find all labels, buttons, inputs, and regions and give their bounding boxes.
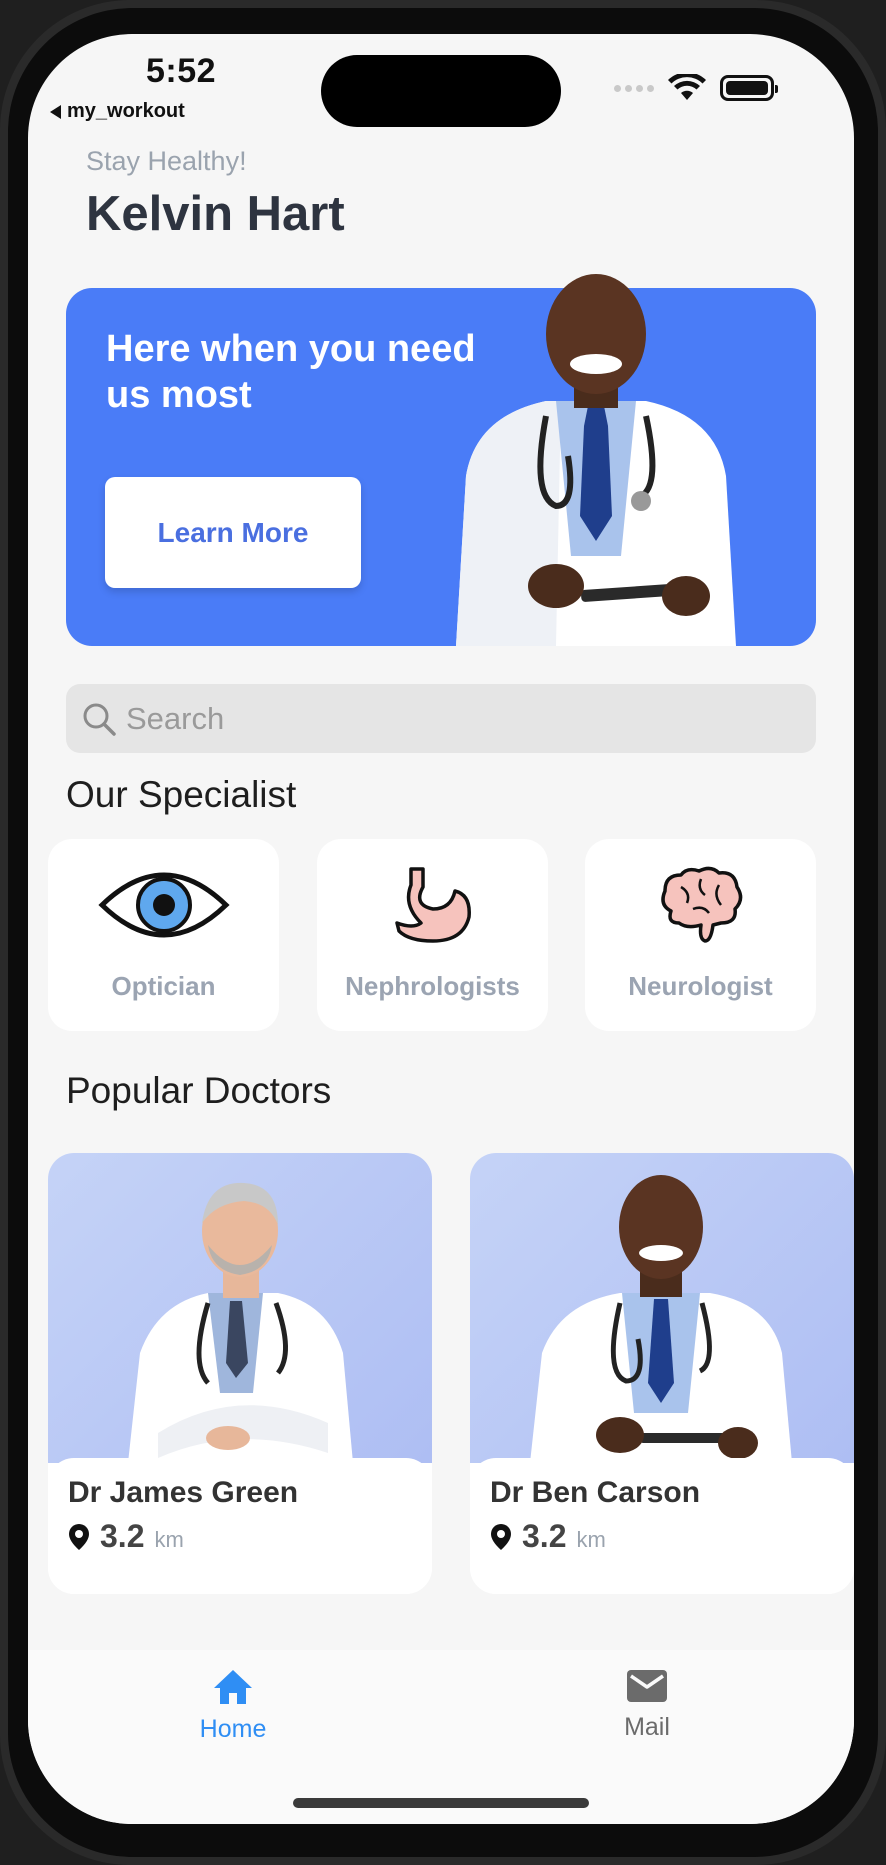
doctor-name: Dr Ben Carson — [490, 1476, 701, 1509]
doctors-section-title: Popular Doctors — [66, 1070, 332, 1111]
doctor-photo — [470, 1153, 854, 1463]
wifi-icon — [668, 74, 706, 100]
status-time: 5:52 — [146, 52, 217, 90]
back-to-app-link[interactable]: my_workout — [50, 100, 185, 123]
nav-label-mail: Mail — [624, 1713, 670, 1741]
promo-banner: Here when you need us most Learn More — [66, 274, 816, 646]
cellular-signal-icon — [614, 84, 654, 92]
doctor-info: Dr Ben Carson 3.2 km — [470, 1458, 854, 1594]
search-input[interactable] — [126, 700, 726, 737]
doctor-info: Dr James Green 3.2 km — [48, 1458, 432, 1594]
search-icon — [83, 703, 116, 736]
doctor-photo — [48, 1153, 432, 1463]
user-name: Kelvin Hart — [86, 187, 345, 241]
brain-icon — [660, 866, 742, 943]
doctor-distance: 3.2 km — [490, 1518, 606, 1555]
doctor-card[interactable]: Dr James Green 3.2 km — [48, 1153, 432, 1594]
doctor-card[interactable]: Dr Ben Carson 3.2 km — [470, 1153, 854, 1594]
mail-icon — [627, 1670, 667, 1702]
learn-more-button[interactable]: Learn More — [105, 477, 361, 588]
specialist-section-title: Our Specialist — [66, 774, 297, 815]
back-link-label: my_workout — [67, 100, 185, 122]
back-arrow-icon — [50, 104, 61, 119]
specialist-label: Nephrologists — [345, 971, 520, 1001]
nav-item-home[interactable]: Home — [153, 1668, 313, 1744]
doctor-name: Dr James Green — [68, 1476, 299, 1509]
specialist-card-neurologist[interactable]: Neurologist — [585, 839, 816, 1031]
dynamic-island — [321, 55, 561, 127]
status-indicators — [614, 74, 778, 102]
search-bar[interactable] — [66, 684, 816, 753]
specialist-label: Neurologist — [628, 971, 773, 1001]
distance-value: 3.2 — [522, 1518, 567, 1554]
specialist-card-optician[interactable]: Optician — [48, 839, 279, 1031]
app-screen: 5:52 my_workout Stay Healthy! Kelvin Har… — [28, 34, 854, 1824]
stomach-icon — [394, 867, 471, 943]
home-icon — [214, 1670, 252, 1704]
specialist-card-nephrologists[interactable]: Nephrologists — [317, 839, 548, 1031]
greeting-text: Stay Healthy! — [86, 146, 247, 176]
banner-doctor-image — [456, 274, 736, 646]
nav-label-home: Home — [199, 1715, 267, 1743]
distance-unit: km — [576, 1527, 606, 1552]
specialist-label: Optician — [111, 971, 216, 1001]
home-indicator — [293, 1798, 589, 1808]
nav-item-mail[interactable]: Mail — [567, 1668, 727, 1742]
distance-unit: km — [154, 1527, 184, 1552]
location-pin-icon — [491, 1523, 511, 1550]
doctor-distance: 3.2 km — [68, 1518, 184, 1555]
distance-value: 3.2 — [100, 1518, 145, 1554]
location-pin-icon — [69, 1523, 89, 1550]
eye-icon — [97, 872, 230, 938]
battery-icon — [720, 75, 778, 101]
